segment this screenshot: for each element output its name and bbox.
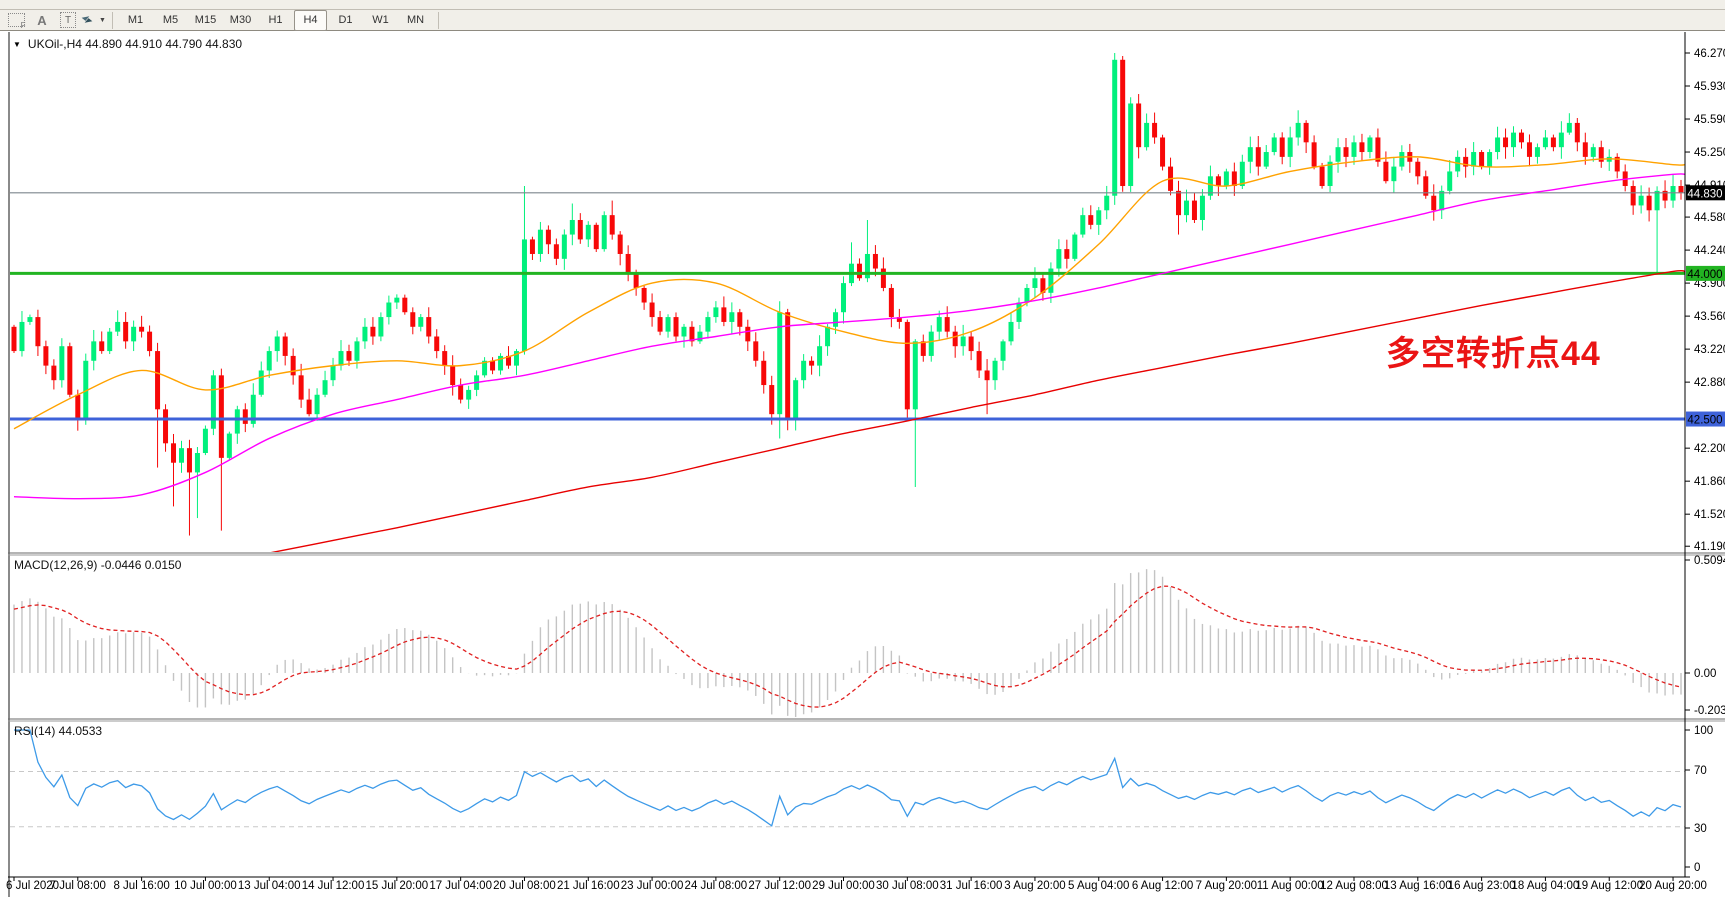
date-tick-label: 27 Jul 12:00 [748, 880, 811, 892]
macd-tick-label: 0.00 [1694, 668, 1716, 680]
date-tick-label: 7 Aug 20:00 [1196, 880, 1257, 892]
price-tick-label: 41.190 [1694, 541, 1725, 553]
price-tick-label: 45.930 [1694, 81, 1725, 93]
rsi-tick-label: 100 [1694, 725, 1713, 737]
date-tick-label: 18 Aug 04:00 [1512, 880, 1580, 892]
macd-tick-label: -0.2032 [1694, 705, 1725, 717]
price-badge-text: 44.000 [1687, 269, 1722, 281]
date-tick-label: 13 Jul 04:00 [238, 880, 301, 892]
price-tick-label: 41.860 [1694, 476, 1725, 488]
date-tick-label: 11 Aug 00:00 [1257, 880, 1324, 892]
macd-indicator-label: MACD(12,26,9) -0.0446 0.0150 [14, 558, 181, 572]
price-tick-label: 44.580 [1694, 212, 1725, 224]
date-tick-label: 17 Jul 04:00 [429, 880, 492, 892]
candles-layer[interactable] [11, 53, 1683, 536]
date-tick-label: 8 Jul 16:00 [113, 880, 169, 892]
price-tick-label: 42.200 [1694, 443, 1725, 455]
rsi-tick-label: 70 [1694, 765, 1707, 777]
ma-slow-red [14, 271, 1685, 604]
rsi-indicator-label: RSI(14) 44.0533 [14, 724, 102, 738]
date-tick-label: 20 Aug 20:00 [1639, 880, 1707, 892]
price-tick-label: 44.240 [1694, 245, 1725, 257]
rsi-tick-label: 30 [1694, 823, 1707, 835]
date-tick-label: 7 Jul 08:00 [50, 880, 106, 892]
rsi-tick-label: 0 [1694, 862, 1700, 874]
date-tick-label: 6 Aug 12:00 [1132, 880, 1193, 892]
date-tick-label: 10 Jul 00:00 [174, 880, 237, 892]
date-tick-label: 3 Aug 20:00 [1004, 880, 1065, 892]
price-tick-label: 43.560 [1694, 311, 1725, 323]
date-tick-label: 20 Jul 08:00 [493, 880, 556, 892]
price-tick-label: 41.520 [1694, 509, 1725, 521]
price-tick-label: 46.270 [1694, 48, 1725, 60]
date-tick-label: 13 Aug 16:00 [1384, 880, 1452, 892]
date-tick-label: 16 Aug 23:00 [1448, 880, 1516, 892]
date-tick-label: 24 Jul 08:00 [685, 880, 748, 892]
macd-tick-label: 0.5094 [1694, 555, 1725, 567]
chart-menu-icon[interactable]: ▼ [13, 40, 21, 49]
price-tick-label: 45.250 [1694, 147, 1725, 159]
date-tick-label: 15 Jul 20:00 [366, 880, 429, 892]
chart-annotation-text[interactable]: 多空转折点44 [1386, 326, 1601, 375]
price-badge-42.500: 42.500 [1686, 412, 1725, 427]
date-tick-label: 19 Aug 12:00 [1575, 880, 1643, 892]
mt4-application-window: F A T ▼ M1M5M15M30H1H4D1W1MN 46.27045.93… [0, 0, 1725, 897]
date-tick-label: 14 Jul 12:00 [302, 880, 365, 892]
date-tick-label: 21 Jul 16:00 [557, 880, 620, 892]
date-tick-label: 29 Jul 00:00 [812, 880, 875, 892]
date-tick-label: 30 Jul 08:00 [876, 880, 939, 892]
price-badge-44.830: 44.830 [1686, 185, 1725, 200]
price-badge-text: 44.830 [1687, 188, 1722, 200]
rsi-panel [10, 730, 1685, 827]
rsi-line [14, 730, 1681, 826]
price-tick-label: 45.590 [1694, 114, 1725, 126]
price-tick-label: 42.880 [1694, 377, 1725, 389]
chart-title-text: UKOil-,H4 44.890 44.910 44.790 44.830 [28, 37, 242, 51]
price-tick-label: 43.220 [1694, 344, 1725, 356]
price-badge-text: 42.500 [1687, 415, 1722, 427]
chart-canvas[interactable]: 46.27045.93045.59045.25044.91044.58044.2… [0, 0, 1725, 897]
date-tick-label: 23 Jul 00:00 [621, 880, 684, 892]
chart-title: ▼ UKOil-,H4 44.890 44.910 44.790 44.830 [13, 37, 242, 51]
price-badge-44.000: 44.000 [1686, 266, 1725, 281]
macd-panel [14, 569, 1681, 717]
macd-signal-line [14, 586, 1681, 707]
date-tick-label: 31 Jul 16:00 [940, 880, 1003, 892]
date-tick-label: 12 Aug 08:00 [1320, 880, 1388, 892]
date-tick-label: 5 Aug 04:00 [1068, 880, 1129, 892]
